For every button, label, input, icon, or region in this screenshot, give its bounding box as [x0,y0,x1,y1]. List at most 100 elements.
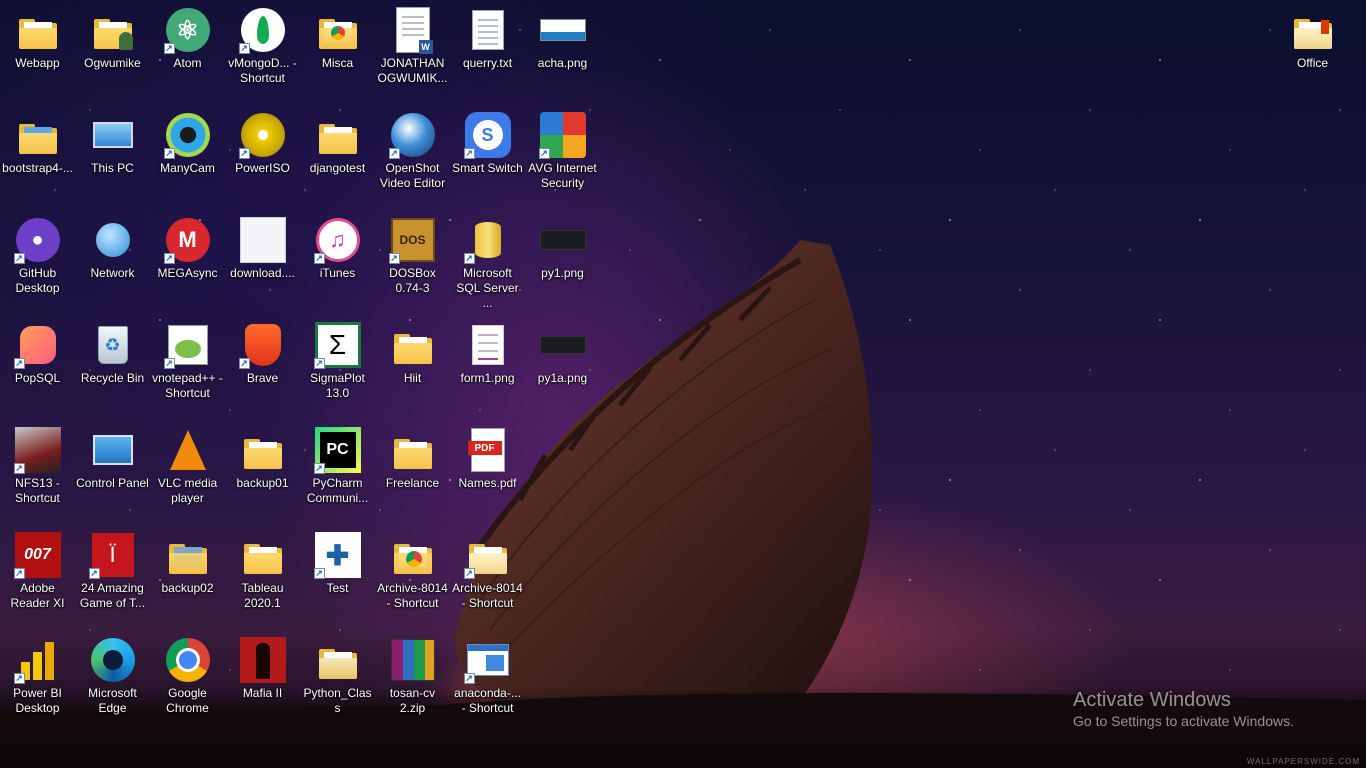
desktop-icon-python-class[interactable]: Python_Class [300,630,375,716]
desktop-icon-backup01[interactable]: backup01 [225,420,300,491]
desktop-icon-openshot[interactable]: ↗ OpenShot Video Editor [375,105,450,191]
desktop-icon-djangotest[interactable]: djangotest [300,105,375,176]
adobe-reader-icon: Ї ↗ [88,531,137,579]
icon-label: DOSBox 0.74-3 [389,266,436,295]
desktop-icon-atom[interactable]: ⚛ ↗ Atom [150,0,225,71]
icon-label: djangotest [309,161,366,175]
desktop-icon-power-bi[interactable]: ↗ Power BI Desktop [0,630,75,716]
icon-label: backup02 [161,581,214,595]
dosbox-icon: DOS ↗ [388,216,437,264]
computer-icon [89,111,137,159]
form-image-icon [464,321,512,369]
desktop-icon-bizlaunch[interactable]: 007 ↗ Adobe Reader XI [0,525,75,611]
desktop-icon-avg[interactable]: ↗ AVG Internet Security [525,105,600,191]
desktop-icon-vmongodb[interactable]: ↗ vMongoD... - Shortcut [225,0,300,86]
desktop-icon-network[interactable]: Network [75,210,150,281]
desktop-icon-anaconda[interactable]: ↗ anaconda-... - Shortcut [450,630,525,716]
desktop-icon-misca[interactable]: Misca [300,0,375,71]
icon-label: backup01 [236,476,289,490]
desktop-icon-adobe-reader[interactable]: Ї ↗ 24 Amazing Game of T... [75,525,150,611]
icon-label: Microsoft SQL Server ... [456,266,519,310]
icon-label: NFS13 - Shortcut [15,476,60,505]
desktop-icon-vlc[interactable]: VLC media player [150,420,225,506]
sql-server-icon: ↗ [463,216,512,264]
desktop-icon-control-panel[interactable]: Control Panel [75,420,150,491]
icon-label: Test [326,581,349,595]
power-bi-icon: ↗ [13,636,62,684]
icon-label: Tableau 2020.1 [241,581,284,610]
desktop-icon-chrome[interactable]: Google Chrome [150,630,225,716]
tableau-icon: ✚ ↗ [313,531,362,579]
desktop-icon-popsql[interactable]: ↗ PopSQL [0,315,75,386]
icon-label: Python_Class [303,686,372,715]
desktop-icon-pycharm[interactable]: PC ↗ PyCharm Communi... [300,420,375,506]
desktop-icon-py1a-png[interactable]: py1a.png [525,315,600,386]
desktop-icon-backup02[interactable]: Tableau 2020.1 [225,525,300,611]
desktop-icon-form1-png[interactable]: form1.png [450,315,525,386]
desktop-icon-webapp[interactable]: Webapp [0,0,75,71]
desktop-icon-sql-server[interactable]: ↗ Microsoft SQL Server ... [450,210,525,311]
network-globe-icon [89,216,137,264]
icon-label: Smart Switch [452,161,523,175]
itunes-icon: ♫ ↗ [313,216,362,264]
folder-icon [14,6,62,54]
desktop-icon-24-amazing[interactable]: backup02 [150,525,225,596]
desktop-icon-ogwumike[interactable]: Ogwumike [75,0,150,71]
desktop-icon-freelance[interactable]: Freelance [375,420,450,491]
desktop-icon-megasync[interactable]: M ↗ MEGAsync [150,210,225,281]
mongodb-leaf-icon: ↗ [238,6,287,54]
desktop-icon-this-pc[interactable]: This PC [75,105,150,176]
icon-label: bootstrap4-... [2,161,73,175]
desktop-icon-itunes[interactable]: ♫ ↗ iTunes [300,210,375,281]
desktop-icon-recycle-bin[interactable]: ♻ Recycle Bin [75,315,150,386]
desktop-icon-tableau[interactable]: ✚ ↗ Test [300,525,375,596]
desktop-icon-edge[interactable]: Microsoft Edge [75,630,150,716]
desktop-icon-py1-png[interactable]: py1.png [525,210,600,281]
icon-label: Google Chrome [166,686,209,715]
desktop-icon-jonathan-doc[interactable]: W JONATHAN OGWUMIK... [375,0,450,86]
icon-label: Brave [246,371,279,385]
desktop-icon-mafia[interactable]: Mafia II [225,630,300,701]
icon-label: JONATHAN OGWUMIK... [377,56,448,85]
folder-icon [389,321,437,369]
dark-image-icon [539,216,587,264]
icon-label: Webapp [15,56,60,70]
github-icon: ● ↗ [13,216,62,264]
desktop-icon-hiit[interactable]: Hiit [375,315,450,386]
icon-label: Microsoft Edge [88,686,137,715]
winrar-archive-icon [389,636,437,684]
desktop-icon-sigmaplot[interactable]: Σ ↗ SigmaPlot 13.0 [300,315,375,401]
desktop-icon-archive[interactable]: ↗ Archive-8014 - Shortcut [450,525,525,611]
desktop-icon-manycam[interactable]: ↗ ManyCam [150,105,225,176]
icon-label: VLC media player [157,476,218,505]
desktop-icon-acha-png[interactable]: acha.png [525,0,600,71]
disc-icon: ↗ [238,111,287,159]
desktop-icon-brave[interactable]: ↗ Brave [225,315,300,386]
desktop-icon-notepad-plus[interactable]: ↗ vnotepad++ - Shortcut [150,315,225,401]
desktop-icon-test[interactable]: Archive-8014 - Shortcut [375,525,450,611]
007-game-icon: 007 ↗ [13,531,62,579]
icon-label: py1.png [541,266,584,280]
text-file-icon [464,6,512,54]
desktop-icon-tosan-cv[interactable]: tosan-cv 2.zip [375,630,450,716]
icon-label: Adobe Reader XI [10,581,65,610]
desktop-icon-github[interactable]: ● ↗ GitHub Desktop [0,210,75,296]
icon-label: Ogwumike [84,56,141,70]
notepad-plus-icon: ↗ [163,321,212,369]
desktop-icon-nfs13[interactable]: ↗ NFS13 - Shortcut [0,420,75,506]
desktop-icon-office[interactable]: Office [1275,0,1350,71]
desktop-icon-poweriso[interactable]: ↗ PowerISO [225,105,300,176]
chrome-icon [164,636,212,684]
desktop-icon-download[interactable]: download.... [225,210,300,281]
desktop-icon-names-pdf[interactable]: PDF Names.pdf [450,420,525,491]
desktop-icon-querry-txt[interactable]: querry.txt [450,0,525,71]
icon-label: form1.png [460,371,515,385]
desktop-icon-smart-switch[interactable]: S ↗ Smart Switch [450,105,525,176]
desktop-icon-dosbox[interactable]: DOS ↗ DOSBox 0.74-3 [375,210,450,296]
desktop-icon-bootstrap[interactable]: bootstrap4-... [0,105,75,176]
wallpaper-credit: WALLPAPERSWIDE.COM [1246,757,1360,766]
activate-windows-watermark: Activate Windows Go to Settings to activ… [1073,688,1294,730]
icon-label: Hiit [403,371,422,385]
smart-switch-icon: S ↗ [463,111,512,159]
icon-label: iTunes [319,266,356,280]
